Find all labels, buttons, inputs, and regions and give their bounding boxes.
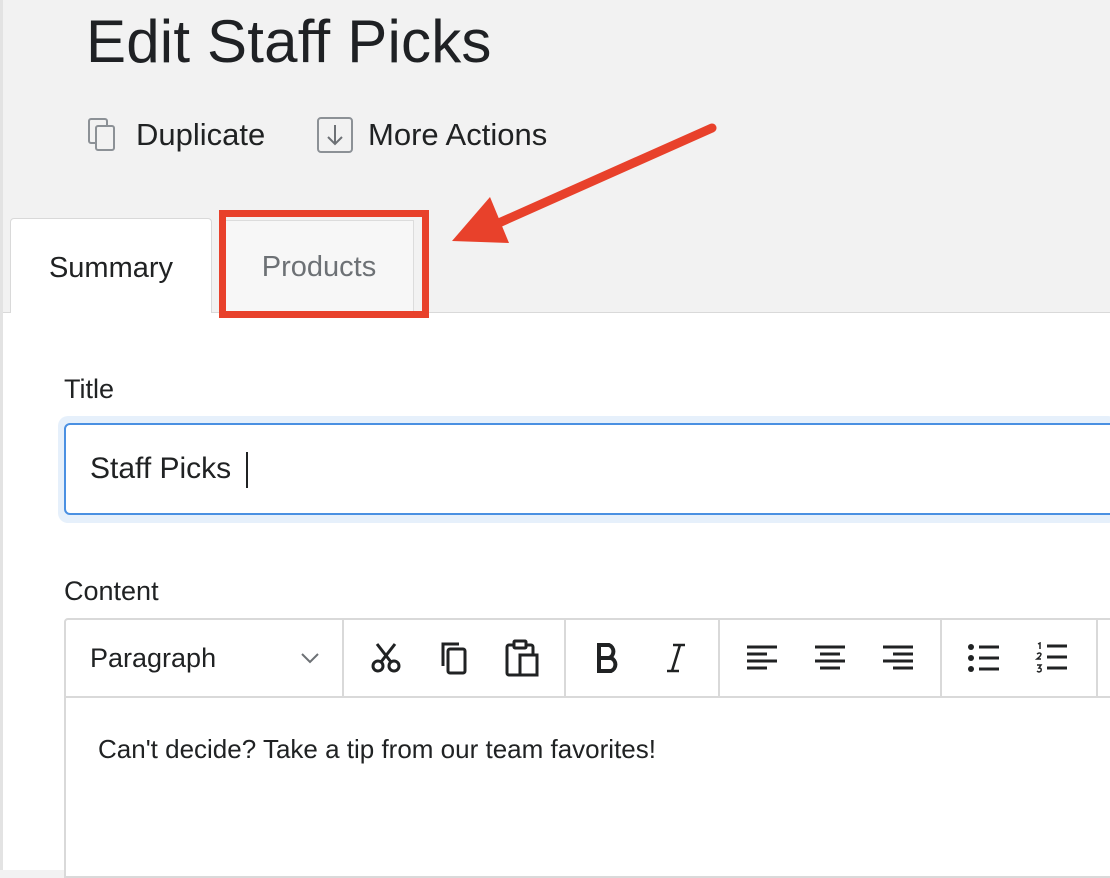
- bullet-list-button[interactable]: [960, 634, 1008, 682]
- align-center-icon: [815, 645, 845, 670]
- tab-products[interactable]: Products: [224, 220, 414, 312]
- align-left-icon: [747, 645, 777, 670]
- duplicate-icon: [84, 116, 122, 154]
- align-right-button[interactable]: [874, 634, 922, 682]
- italic-icon: [667, 643, 685, 673]
- paste-button[interactable]: [498, 634, 546, 682]
- paste-icon: [505, 639, 539, 677]
- more-actions-button[interactable]: More Actions: [316, 112, 547, 158]
- align-right-icon: [883, 645, 913, 670]
- title-label: Title: [64, 374, 115, 404]
- format-select[interactable]: Paragraph: [66, 620, 344, 696]
- align-left-button[interactable]: [738, 634, 786, 682]
- numbered-list-icon: [1035, 642, 1067, 673]
- download-arrow-icon: [316, 116, 354, 154]
- editor-body-text[interactable]: Can't decide? Take a tip from our team f…: [98, 734, 656, 765]
- chevron-down-icon: [298, 646, 322, 670]
- tab-summary[interactable]: Summary: [10, 218, 212, 313]
- more-actions-label: More Actions: [368, 117, 548, 152]
- numbered-list-button[interactable]: [1028, 634, 1076, 682]
- toolbar-divider: [1096, 620, 1098, 696]
- copy-icon: [441, 642, 467, 675]
- toolbar-divider: [564, 620, 566, 696]
- bullet-list-icon: [968, 644, 999, 672]
- page-title: Edit Staff Picks: [86, 8, 492, 75]
- editor-toolbar: Paragraph: [66, 620, 1110, 698]
- text-caret: [246, 452, 248, 488]
- title-input[interactable]: [64, 423, 1110, 515]
- italic-button[interactable]: [652, 634, 700, 682]
- copy-button[interactable]: [430, 634, 478, 682]
- tab-summary-label: Summary: [48, 251, 174, 284]
- tab-products-label: Products: [261, 251, 377, 283]
- bold-button[interactable]: [584, 634, 632, 682]
- duplicate-label: Duplicate: [136, 117, 266, 152]
- toolbar-divider: [342, 620, 344, 696]
- content-editor[interactable]: Paragraph Can't decide? Take a tip from …: [64, 618, 1110, 878]
- format-select-value: Paragraph: [90, 642, 217, 673]
- content-label: Content: [64, 576, 159, 606]
- bold-icon: [597, 643, 618, 673]
- align-center-button[interactable]: [806, 634, 854, 682]
- cut-button[interactable]: [362, 634, 410, 682]
- cut-icon: [371, 643, 401, 673]
- toolbar-divider: [718, 620, 720, 696]
- toolbar-divider: [940, 620, 942, 696]
- duplicate-button[interactable]: Duplicate: [84, 112, 265, 158]
